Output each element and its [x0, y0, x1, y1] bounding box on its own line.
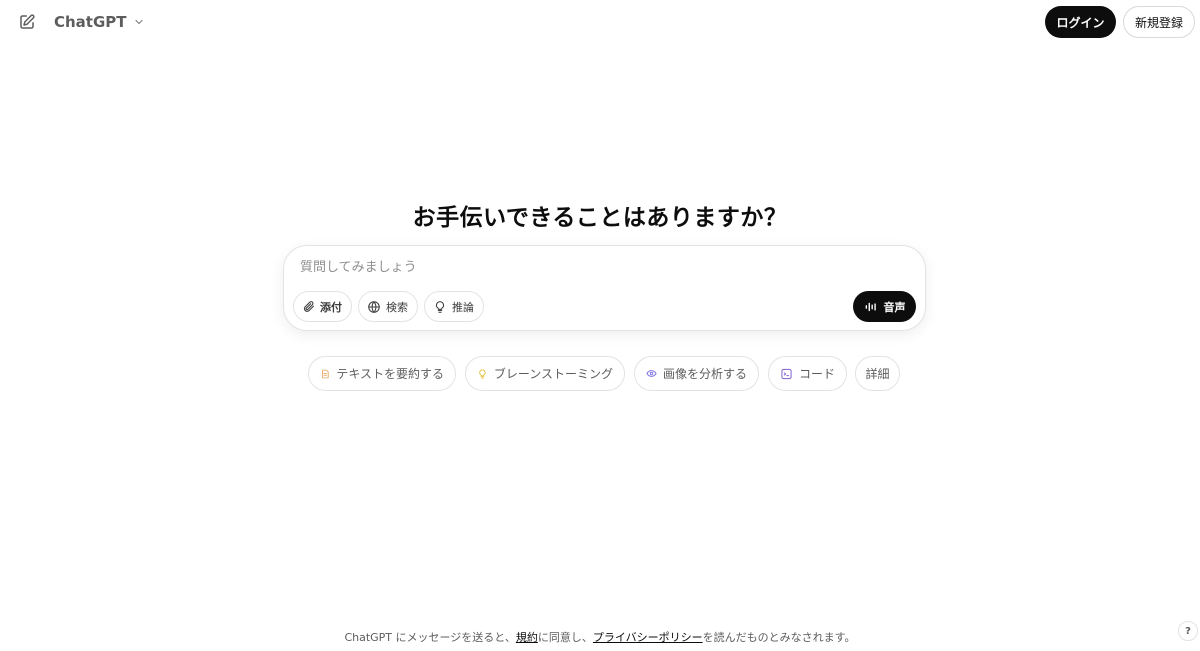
globe-icon — [368, 300, 380, 313]
help-button[interactable]: ? — [1178, 621, 1198, 641]
suggestion-code[interactable]: コード — [768, 356, 847, 391]
eye-icon — [646, 370, 657, 377]
disclaimer-text: を読んだものとみなされます。 — [702, 631, 856, 644]
terminal-icon — [781, 368, 792, 379]
disclaimer-text: ChatGPT にメッセージを送ると、 — [344, 631, 516, 644]
lightbulb-icon — [435, 300, 445, 313]
new-chat-button[interactable] — [14, 9, 40, 35]
chevron-down-icon — [134, 19, 143, 25]
voice-mode-button[interactable]: 音声 — [853, 291, 916, 322]
prompt-input[interactable] — [300, 260, 900, 275]
signup-button[interactable]: 新規登録 — [1123, 6, 1195, 38]
suggestion-brainstorm[interactable]: ブレーンストーミング — [465, 356, 625, 391]
suggestion-more[interactable]: 詳細 — [855, 356, 900, 391]
attach-button[interactable]: 添付 — [293, 291, 352, 322]
login-button[interactable]: ログイン — [1045, 6, 1116, 38]
top-bar: ChatGPT ログイン 新規登録 — [0, 0, 1200, 44]
suggestion-analyze-image[interactable]: 画像を分析する — [634, 356, 759, 391]
paperclip-icon — [303, 301, 314, 312]
model-selector[interactable]: ChatGPT — [48, 8, 151, 36]
voice-label: 音声 — [883, 300, 906, 314]
suggestion-label: ブレーンストーミング — [493, 367, 613, 381]
suggestion-summarize-text[interactable]: テキストを要約する — [308, 356, 456, 391]
suggestion-label: コード — [798, 367, 835, 381]
privacy-policy-link[interactable]: プライバシーポリシー — [593, 631, 703, 644]
model-name: ChatGPT — [54, 13, 127, 31]
suggestion-label: テキストを要約する — [336, 367, 444, 381]
composer: 添付 検索 推論 音声 — [283, 245, 926, 331]
document-icon — [322, 369, 329, 378]
search-button[interactable]: 検索 — [358, 291, 418, 322]
page-title: お手伝いできることはありますか？ — [412, 205, 788, 231]
suggestion-label: 画像を分析する — [662, 367, 747, 381]
waveform-icon — [865, 302, 876, 311]
compose-icon — [20, 14, 35, 29]
attach-label: 添付 — [320, 300, 342, 314]
disclaimer: ChatGPT にメッセージを送ると、規約に同意し、プライバシーポリシーを読んだ… — [0, 629, 1200, 645]
lightbulb-icon — [479, 368, 486, 379]
search-label: 検索 — [386, 300, 408, 314]
reason-label: 推論 — [452, 300, 474, 314]
disclaimer-text: に同意し、 — [537, 631, 593, 644]
reason-button[interactable]: 推論 — [424, 291, 484, 322]
terms-link[interactable]: 規約 — [516, 631, 538, 644]
